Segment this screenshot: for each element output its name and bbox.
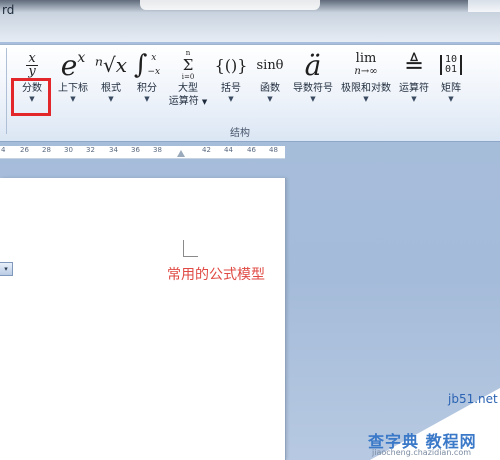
limit-glyph: lim <box>355 51 377 66</box>
large-operator-button[interactable]: n Σ i=0 大型 运算符 ▼ <box>166 48 210 120</box>
accent-glyph: ä <box>304 48 322 82</box>
accent-button[interactable]: ä 导数符号 ▼ <box>290 48 336 120</box>
integral-lower-limit: −x <box>147 67 161 77</box>
chevron-down-icon[interactable]: ▼ <box>434 95 468 104</box>
fraction-denominator: y <box>28 63 36 79</box>
matrix-glyph: 10 01 <box>439 55 463 75</box>
ruler-tick: 42 <box>202 146 211 154</box>
operator-icon: ≜ <box>396 48 432 82</box>
integral-icon: ∫ x −x <box>130 48 164 82</box>
document-page[interactable] <box>0 178 285 460</box>
large-operator-label-line2: 运算符 <box>168 96 199 107</box>
chevron-down-icon[interactable]: ▼ <box>252 95 288 104</box>
integral-label: 积分 <box>137 83 157 94</box>
bracket-button[interactable]: {()} 括号 ▼ <box>212 48 250 120</box>
watermark-subtext: jiaocheng.chazidian.com <box>372 448 472 457</box>
fraction-highlight-box <box>11 78 51 116</box>
bracket-glyph: {()} <box>214 55 248 75</box>
fraction-icon: x y <box>14 48 50 82</box>
limit-log-button[interactable]: lim n→∞ 极限和对数 ▼ <box>338 48 394 120</box>
sum-lower-limit: i=0 <box>181 73 195 81</box>
chevron-down-icon[interactable]: ▼ <box>212 95 250 104</box>
operator-button[interactable]: ≜ 运算符 ▼ <box>396 48 432 120</box>
ruler-tick: 4 <box>1 146 6 154</box>
ruler-tick: 38 <box>153 146 162 154</box>
script-superscript: x <box>77 50 86 66</box>
radical-glyph: ⁿ√x <box>94 53 128 77</box>
sum-sign: Σ <box>182 56 194 74</box>
integral-sign: ∫ <box>133 50 148 80</box>
radical-icon: ⁿ√x <box>94 48 128 82</box>
title-bar-search-area <box>140 0 320 10</box>
matrix-button[interactable]: 10 01 矩阵 ▼ <box>434 48 468 120</box>
title-bar: rd <box>0 0 500 42</box>
operator-label: 运算符 <box>399 83 429 94</box>
chevron-down-icon[interactable]: ▼ <box>338 95 394 104</box>
limit-subscript: n→∞ <box>354 66 378 77</box>
window-title: rd <box>2 3 15 17</box>
integral-button[interactable]: ∫ x −x 积分 ▼ <box>130 48 164 120</box>
ruler-tick: 30 <box>64 146 73 154</box>
ruler-tick: 44 <box>224 146 233 154</box>
chevron-down-icon[interactable]: ▼ <box>202 98 207 106</box>
bracket-label: 括号 <box>221 83 241 94</box>
indent-marker[interactable] <box>177 150 185 157</box>
function-label: 函数 <box>260 83 280 94</box>
chevron-down-icon[interactable]: ▼ <box>290 95 336 104</box>
limit-log-label: 极限和对数 <box>341 83 391 94</box>
chevron-down-icon[interactable]: ▼ <box>396 95 432 104</box>
matrix-icon: 10 01 <box>434 48 468 82</box>
fraction-numerator: x <box>28 50 36 66</box>
ruler-tick: 32 <box>86 146 95 154</box>
large-operator-label-2: 运算符 ▼ <box>166 95 210 109</box>
large-operator-label: 大型 <box>178 83 198 94</box>
radical-label: 根式 <box>101 83 121 94</box>
chevron-down-icon[interactable]: ▼ <box>130 95 164 104</box>
script-label: 上下标 <box>58 83 88 94</box>
window-controls[interactable] <box>468 0 500 12</box>
horizontal-ruler[interactable]: 4 26 28 30 32 34 36 38 42 44 46 48 <box>0 146 285 159</box>
function-icon: sinθ <box>252 48 288 82</box>
script-base: e <box>60 48 78 82</box>
bracket-icon: {()} <box>212 48 250 82</box>
matrix-label: 矩阵 <box>441 83 461 94</box>
accent-label: 导数符号 <box>293 83 333 94</box>
watermark-url: jb51.net <box>448 392 498 406</box>
integral-upper-limit: x <box>151 53 157 63</box>
ruler-tick: 36 <box>131 146 140 154</box>
radical-button[interactable]: ⁿ√x 根式 ▼ <box>94 48 128 120</box>
limit-icon: lim n→∞ <box>338 48 394 82</box>
ruler-tick: 26 <box>20 146 29 154</box>
function-button[interactable]: sinθ 函数 ▼ <box>252 48 288 120</box>
ruler-tick: 34 <box>109 146 118 154</box>
equation-options-dropdown[interactable]: ▾ <box>0 262 13 276</box>
script-button[interactable]: ex 上下标 ▼ <box>52 48 94 120</box>
chevron-down-icon[interactable]: ▼ <box>52 95 94 104</box>
accent-icon: ä <box>290 48 336 82</box>
operator-glyph: ≜ <box>403 51 425 79</box>
superscript-icon: ex <box>52 48 94 82</box>
caption-text: 常用的公式模型 <box>167 267 265 283</box>
summation-icon: n Σ i=0 <box>166 48 210 82</box>
chevron-down-icon[interactable]: ▼ <box>94 95 128 104</box>
ruler-tick: 46 <box>247 146 256 154</box>
ribbon-group-label: 结构 <box>230 128 250 139</box>
ruler-tick: 28 <box>42 146 51 154</box>
corner-mark <box>183 240 198 257</box>
ruler-tick: 48 <box>269 146 278 154</box>
ribbon-left-edge <box>0 48 7 134</box>
function-glyph: sinθ <box>256 57 284 73</box>
